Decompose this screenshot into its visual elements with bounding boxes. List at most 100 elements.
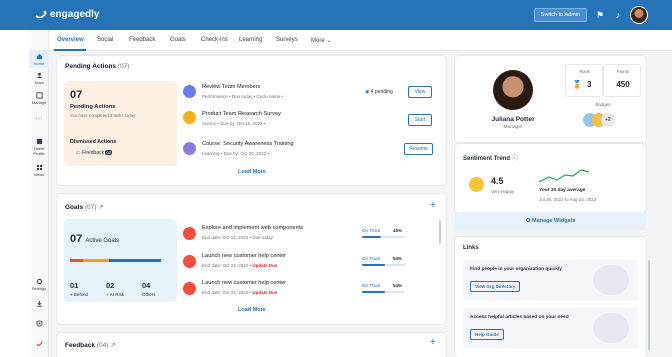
resume-button[interactable]: Resume xyxy=(404,143,433,155)
add-feedback-icon[interactable]: + xyxy=(430,337,436,348)
behind-count: 01 xyxy=(70,281,79,290)
profile-photo[interactable] xyxy=(493,70,533,110)
points-box: Points 450 xyxy=(603,64,641,97)
tab-surveys[interactable]: Surveys xyxy=(276,37,298,43)
link-text: Find people in your organization quickly xyxy=(470,267,562,272)
user-avatar[interactable] xyxy=(630,6,648,24)
rail-label: Manage xyxy=(31,100,47,105)
right-panel-scrollbar[interactable] xyxy=(648,260,650,350)
goal-progress xyxy=(362,291,405,293)
links-title: Links xyxy=(463,245,479,251)
top-bar: engagedly Switch to Admin ⚑ ♪ xyxy=(0,0,672,30)
load-more-link[interactable]: Load More xyxy=(238,169,266,175)
chevron-down-icon: ⌄ xyxy=(326,38,332,44)
start-button[interactable]: Start xyxy=(408,114,432,126)
medal-icon: 🏅 xyxy=(572,80,582,89)
bell-icon[interactable]: ♪ xyxy=(613,10,623,20)
add-goal-icon[interactable]: + xyxy=(430,200,436,211)
logo-text: engagedly xyxy=(50,9,100,20)
goals-summary: 07 Active Goals 01 ● Behind 02 ● At Risk… xyxy=(64,219,177,302)
rail-item-views[interactable]: Views xyxy=(29,164,49,177)
rank-value: 3 xyxy=(587,80,592,89)
views-icon xyxy=(36,164,42,171)
tab-feedback[interactable]: Feedback xyxy=(129,37,155,43)
tab-learning[interactable]: Learning xyxy=(239,37,262,43)
card-title: Goals (07) ↗ xyxy=(65,204,104,211)
links-card: Links Find people in your organization q… xyxy=(455,237,646,357)
more-icon[interactable]: ··· xyxy=(29,115,49,122)
rail-item-settings[interactable]: Settings xyxy=(29,278,49,291)
link-text: Access helpful articles based on your ne… xyxy=(470,315,569,320)
left-rail: Home Team Manage ··· Talent Profile View… xyxy=(29,30,49,357)
goal-progress-fill xyxy=(362,236,382,238)
more-badges[interactable]: +2 xyxy=(601,113,615,127)
others-count: 04 xyxy=(142,281,151,290)
pending-indicator: ◉ 4 pending xyxy=(365,89,393,95)
tab-social[interactable]: Social xyxy=(97,37,113,43)
profile-role: Manager xyxy=(503,125,523,130)
view-button[interactable]: View xyxy=(408,86,432,98)
rail-label: Views xyxy=(33,172,45,177)
goal-sub: End date: Oct 12, 2022 • Due today xyxy=(202,235,273,240)
at-risk-count: 02 xyxy=(106,281,115,290)
goal-title[interactable]: Launch new customer help center xyxy=(202,253,286,259)
rail-item-home[interactable]: Home xyxy=(29,50,49,68)
feedback-card: Feedback (04) ↗ + xyxy=(57,333,446,357)
switch-to-admin-button[interactable]: Switch to Admin xyxy=(534,8,587,22)
goals-scrollbar[interactable] xyxy=(439,220,441,244)
dismissed-feedback[interactable]: ▭ Feedback 02 xyxy=(76,150,112,156)
tab-bar: Overview Social Feedback Goals Check-ins… xyxy=(49,30,672,51)
tab-more[interactable]: More ⌄ xyxy=(311,37,331,44)
help-icon[interactable] xyxy=(29,320,49,328)
external-link-icon[interactable]: ↗ xyxy=(110,342,115,349)
manage-widgets-button[interactable]: ⚙ Manage Widgets xyxy=(455,212,646,230)
profile-name: Juliana Potter xyxy=(491,116,535,123)
gear-icon xyxy=(36,278,42,285)
goal-sub: End date: Oct 22, 2022 • Update Due xyxy=(202,263,278,268)
tab-overview[interactable]: Overview xyxy=(57,37,84,43)
download-icon[interactable] xyxy=(29,300,49,308)
goal-title[interactable]: Explore and implement web components xyxy=(202,225,303,231)
sentiment-title: Sentiment Trend ⓘ xyxy=(463,156,518,162)
manage-widgets-label: Manage Widgets xyxy=(532,218,576,224)
sentiment-score: 4.5 xyxy=(491,176,504,186)
app-logo[interactable]: engagedly xyxy=(35,9,99,20)
pending-summary: 07 Pending Actions You have completed 3 … xyxy=(64,81,177,166)
feedback-count-badge: 02 xyxy=(105,150,112,155)
goal-status: On Track xyxy=(362,228,381,233)
action-title[interactable]: Product Team Research Survey xyxy=(202,111,281,117)
goal-icon xyxy=(183,255,196,268)
goal-title[interactable]: Launch new customer help center xyxy=(202,280,286,286)
goal-status: On Track xyxy=(362,256,381,261)
clock-icon: ◉ xyxy=(365,89,370,95)
goals-distribution-bar xyxy=(70,259,161,262)
action-title[interactable]: Review Team Members xyxy=(202,84,260,90)
goal-status: On Track xyxy=(362,283,381,288)
load-more-link[interactable]: Load More xyxy=(238,307,266,313)
action-title[interactable]: Course: Security Awareness Training xyxy=(202,141,294,147)
rail-label: Settings xyxy=(31,286,47,291)
rail-item-manage[interactable]: Manage xyxy=(29,92,49,105)
goal-progress-fill xyxy=(362,264,386,266)
action-sub: Performance • Due today • Cycle name • xyxy=(202,94,284,99)
action-sub: Survey • Due by: Oct 15, 2022 • xyxy=(202,121,266,126)
goal-icon xyxy=(183,227,196,240)
external-link-icon[interactable]: ↗ xyxy=(98,204,103,211)
pending-label: Pending Actions xyxy=(70,104,116,110)
view-org-directory-button[interactable]: View Org Directory xyxy=(470,281,521,292)
help-guide-button[interactable]: Help Guide xyxy=(470,329,504,340)
people-illustration xyxy=(593,265,629,295)
rail-item-talent-profile[interactable]: Talent Profile xyxy=(29,138,49,156)
tab-checkins[interactable]: Check-ins xyxy=(201,37,228,43)
card-title: Feedback (04) ↗ xyxy=(65,342,116,349)
goal-progress xyxy=(362,264,405,266)
manage-icon xyxy=(35,92,43,99)
logo-icon xyxy=(35,10,47,18)
rail-item-team[interactable]: Team xyxy=(29,72,49,85)
tab-goals[interactable]: Goals xyxy=(170,37,186,43)
flag-icon[interactable]: ⚑ xyxy=(595,10,605,20)
happy-face-icon xyxy=(469,177,484,192)
brand-mark-icon xyxy=(29,340,49,348)
rail-label: Team xyxy=(34,80,44,85)
rank-box: Rank 🏅 3 xyxy=(565,64,603,97)
